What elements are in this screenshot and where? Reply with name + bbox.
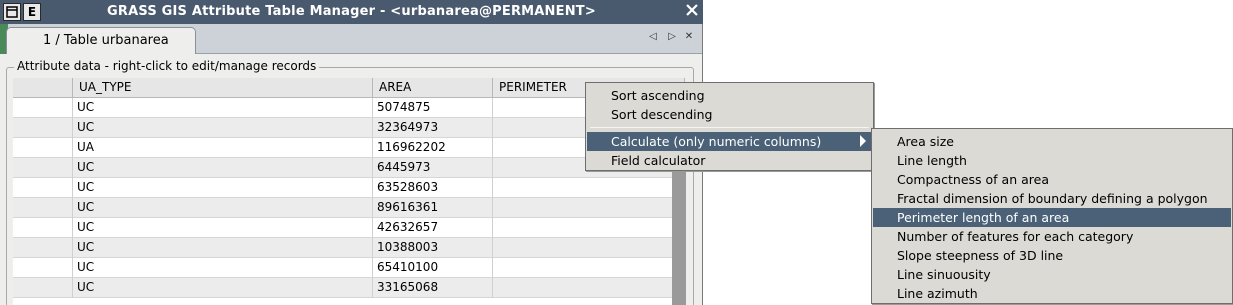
perimeter-cell[interactable] — [493, 258, 685, 278]
column-context-menu: Sort ascending Sort descending Calculate… — [585, 82, 874, 171]
tab-label: 1 / Table urbanarea — [43, 33, 169, 48]
column-header-area[interactable]: AREA — [373, 78, 493, 98]
table-row[interactable]: UC 33165068 — [13, 278, 685, 298]
submenu-item-compactness[interactable]: Compactness of an area — [873, 170, 1231, 189]
calculate-menu-item[interactable]: Calculate (only numeric columns) — [587, 132, 872, 151]
window-title: GRASS GIS Attribute Table Manager - <urb… — [107, 4, 596, 19]
ua-type-cell[interactable]: UC — [73, 158, 373, 178]
table-row[interactable]: UC 89616361 — [13, 198, 685, 218]
sort-descending-menu-item[interactable]: Sort descending — [587, 105, 872, 124]
row-index-cell[interactable] — [13, 158, 73, 178]
area-cell[interactable]: 5074875 — [373, 98, 493, 118]
submenu-item-line-azimuth[interactable]: Line azimuth — [873, 284, 1231, 303]
calculate-menu-label: Calculate (only numeric columns) — [611, 134, 822, 149]
notebook-tab-bar: 1 / Table urbanarea ◁ ▷ ✕ — [0, 24, 702, 55]
tab-scroll-right-icon[interactable]: ▷ — [666, 30, 678, 44]
ua-type-cell[interactable]: UC — [73, 118, 373, 138]
row-index-cell[interactable] — [13, 118, 73, 138]
submenu-arrow-icon — [860, 135, 866, 147]
tab-close-icon[interactable]: ✕ — [683, 30, 695, 44]
perimeter-cell[interactable] — [493, 178, 685, 198]
area-cell[interactable]: 10388003 — [373, 238, 493, 258]
title-bar: E GRASS GIS Attribute Table Manager - <u… — [0, 0, 703, 24]
calculate-submenu: Area size Line length Compactness of an … — [871, 128, 1233, 304]
ua-type-cell[interactable]: UC — [73, 238, 373, 258]
table-row[interactable]: UC 10388003 — [13, 238, 685, 258]
ua-type-cell[interactable]: UC — [73, 258, 373, 278]
row-index-cell[interactable] — [13, 198, 73, 218]
menu-separator — [590, 127, 869, 128]
row-index-cell[interactable] — [13, 258, 73, 278]
tab-scroll-left-icon[interactable]: ◁ — [647, 30, 659, 44]
submenu-item-area-size[interactable]: Area size — [873, 132, 1231, 151]
perimeter-cell[interactable] — [493, 238, 685, 258]
submenu-item-line-sinuousity[interactable]: Line sinuousity — [873, 265, 1231, 284]
close-icon[interactable] — [683, 3, 701, 21]
row-index-cell[interactable] — [13, 178, 73, 198]
attribute-data-legend: Attribute data - right-click to edit/man… — [14, 59, 320, 73]
submenu-item-line-length[interactable]: Line length — [873, 151, 1231, 170]
area-cell[interactable]: 32364973 — [373, 118, 493, 138]
ua-type-cell[interactable]: UC — [73, 178, 373, 198]
table-row[interactable]: UC 42632657 — [13, 218, 685, 238]
area-cell[interactable]: 89616361 — [373, 198, 493, 218]
ua-type-cell[interactable]: UA — [73, 138, 373, 158]
area-cell[interactable]: 33165068 — [373, 278, 493, 298]
perimeter-cell[interactable] — [493, 278, 685, 298]
area-cell[interactable]: 6445973 — [373, 158, 493, 178]
submenu-item-fractal-dimension[interactable]: Fractal dimension of boundary defining a… — [873, 189, 1231, 208]
ua-type-cell[interactable]: UC — [73, 278, 373, 298]
column-header-index[interactable] — [13, 78, 73, 98]
area-cell[interactable]: 65410100 — [373, 258, 493, 278]
row-index-cell[interactable] — [13, 218, 73, 238]
table-row[interactable]: UC 65410100 — [13, 258, 685, 278]
ua-type-cell[interactable]: UC — [73, 198, 373, 218]
area-cell[interactable]: 63528603 — [373, 178, 493, 198]
submenu-item-slope-steepness[interactable]: Slope steepness of 3D line — [873, 246, 1231, 265]
table-row[interactable]: UC 63528603 — [13, 178, 685, 198]
perimeter-cell[interactable] — [493, 218, 685, 238]
row-index-cell[interactable] — [13, 278, 73, 298]
area-cell[interactable]: 42632657 — [373, 218, 493, 238]
ua-type-cell[interactable]: UC — [73, 218, 373, 238]
submenu-item-perimeter-length[interactable]: Perimeter length of an area — [873, 208, 1231, 227]
perimeter-cell[interactable] — [493, 198, 685, 218]
submenu-item-feature-count[interactable]: Number of features for each category — [873, 227, 1231, 246]
ua-type-cell[interactable]: UC — [73, 98, 373, 118]
row-index-cell[interactable] — [13, 238, 73, 258]
column-header-ua-type[interactable]: UA_TYPE — [73, 78, 373, 98]
area-cell[interactable]: 116962202 — [373, 138, 493, 158]
tab-table-urbanarea[interactable]: 1 / Table urbanarea — [6, 27, 196, 55]
sort-ascending-menu-item[interactable]: Sort ascending — [587, 86, 872, 105]
field-calculator-menu-item[interactable]: Field calculator — [587, 151, 872, 170]
row-index-cell[interactable] — [13, 98, 73, 118]
row-index-cell[interactable] — [13, 138, 73, 158]
